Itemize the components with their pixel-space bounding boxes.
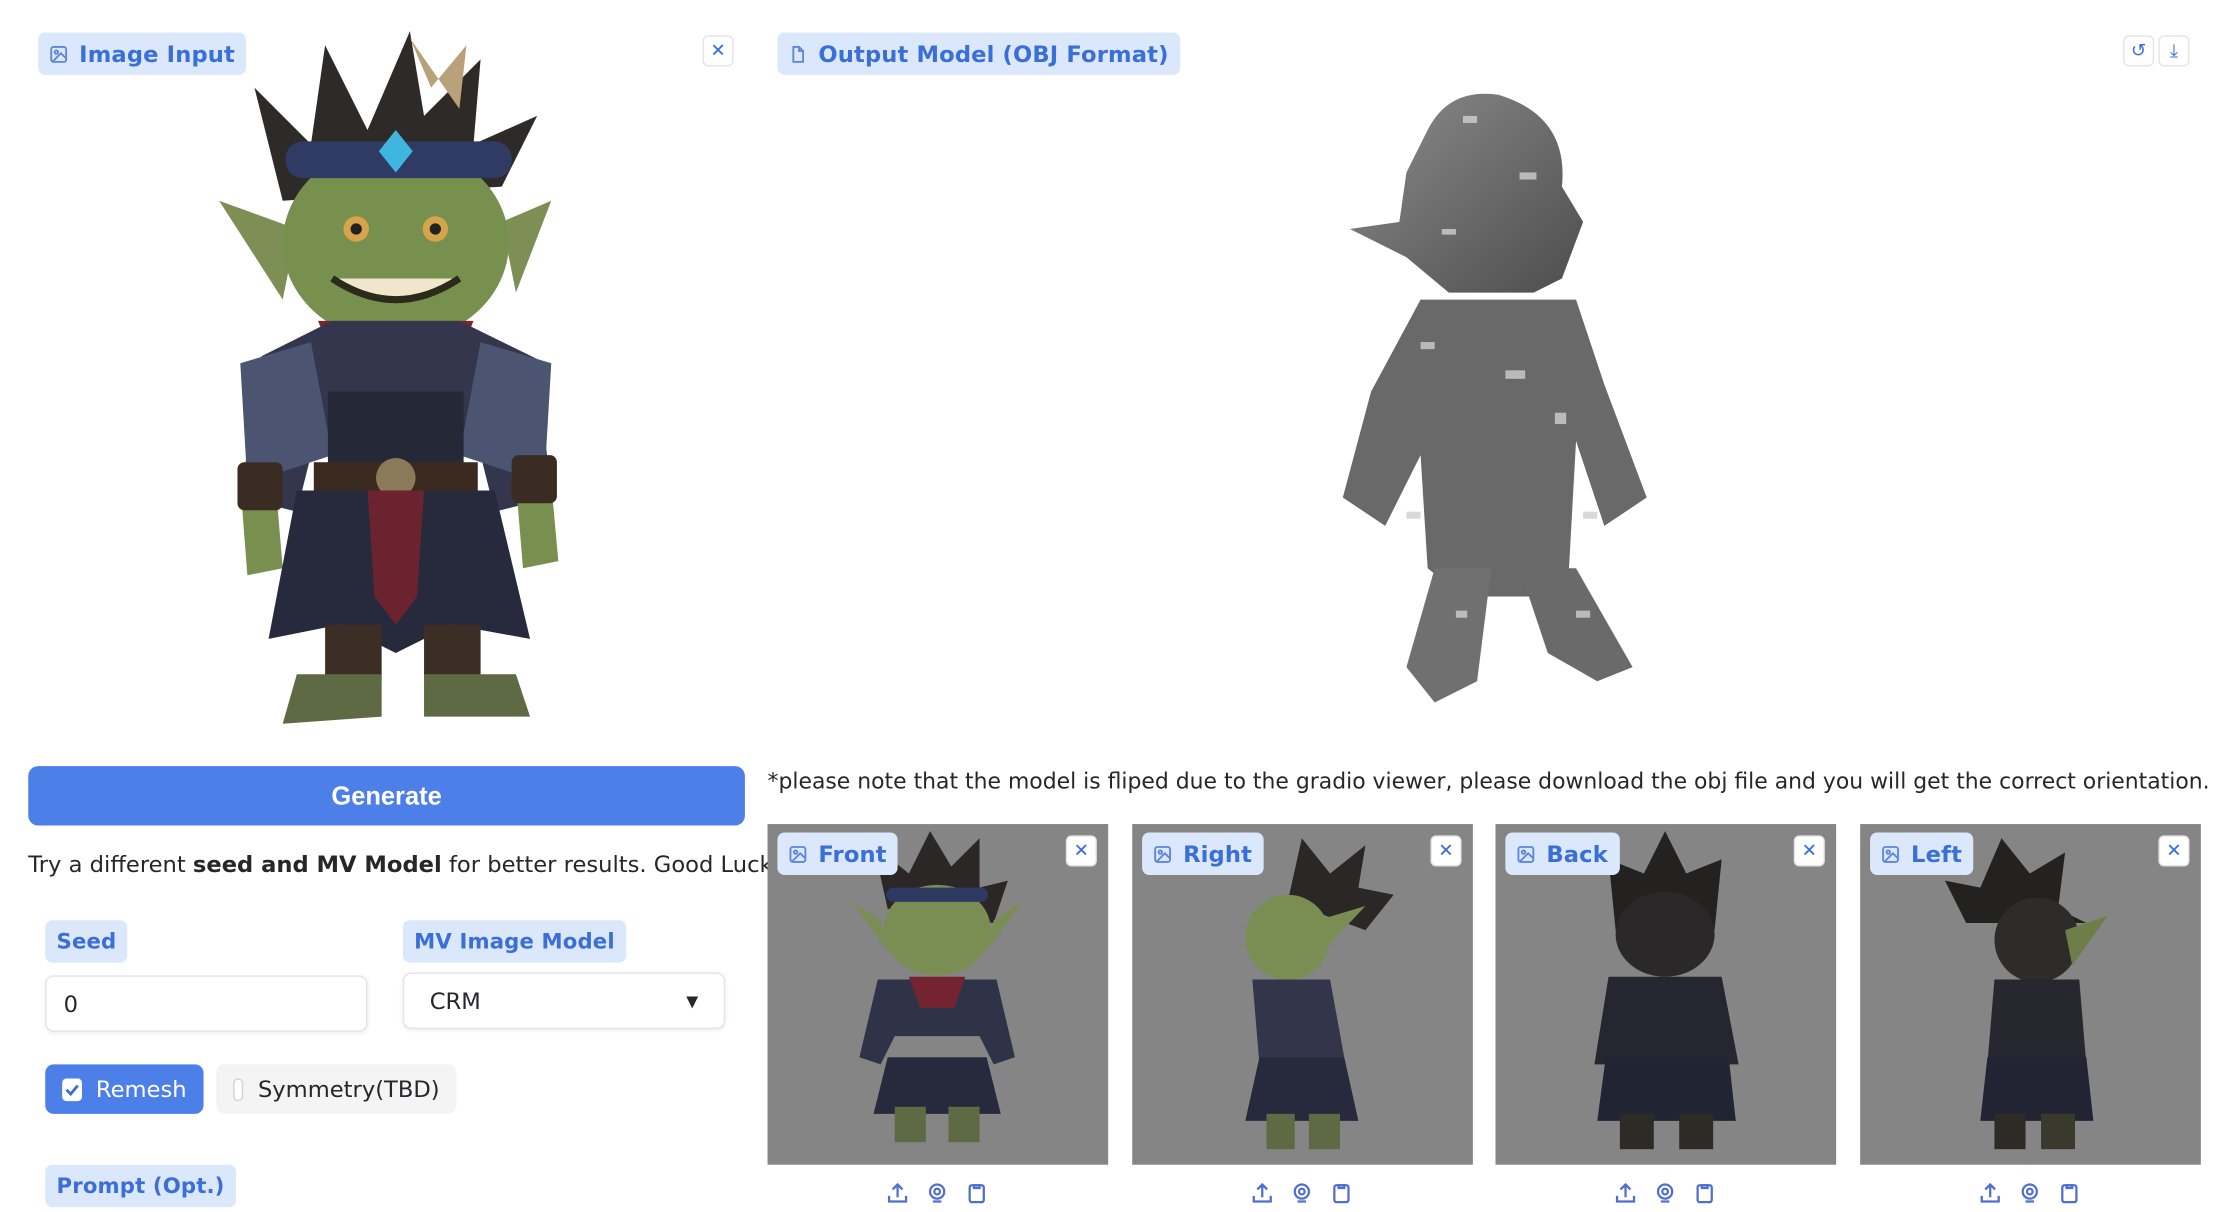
check-icon xyxy=(62,1077,82,1101)
chevron-down-icon: ▼ xyxy=(686,991,699,1010)
output-model-label: Output Model (OBJ Format) xyxy=(777,32,1180,75)
view-back-image xyxy=(1495,824,1837,1165)
clear-left-button[interactable]: ✕ xyxy=(2158,835,2190,867)
clipboard-icon[interactable] xyxy=(1329,1180,1354,1205)
view-right-label: Right xyxy=(1142,832,1264,875)
upload-icon[interactable] xyxy=(1977,1180,2002,1205)
view-back-label: Back xyxy=(1505,832,1620,875)
webcam-icon[interactable] xyxy=(924,1180,949,1205)
remesh-checkbox[interactable]: Remesh xyxy=(45,1064,204,1114)
undo-icon[interactable]: ↺ xyxy=(2123,35,2155,67)
prompt-label: Prompt (Opt.) xyxy=(45,1164,236,1208)
download-icon[interactable]: ⤓ xyxy=(2158,35,2190,67)
orientation-note: *please note that the model is fliped du… xyxy=(767,768,2210,795)
3d-model-viewer[interactable] xyxy=(1322,88,1661,724)
checkbox-empty-icon xyxy=(233,1077,244,1101)
clear-right-button[interactable]: ✕ xyxy=(1430,835,1462,867)
symmetry-checkbox[interactable]: Symmetry(TBD) xyxy=(216,1064,457,1114)
clear-front-button[interactable]: ✕ xyxy=(1065,835,1097,867)
image-icon xyxy=(1517,845,1535,863)
clear-image-button[interactable]: ✕ xyxy=(702,35,734,67)
clipboard-icon[interactable] xyxy=(964,1180,989,1205)
view-right-image xyxy=(1132,824,1473,1165)
view-left-label: Left xyxy=(1870,832,1974,875)
image-icon xyxy=(50,45,68,63)
view-front-image xyxy=(767,824,1109,1165)
image-icon xyxy=(789,845,807,863)
front-tools xyxy=(885,1180,990,1205)
seed-label: Seed xyxy=(45,920,128,963)
clipboard-icon[interactable] xyxy=(2057,1180,2082,1205)
generate-button[interactable]: Generate xyxy=(28,766,745,826)
webcam-icon[interactable] xyxy=(1652,1180,1677,1205)
app-root: Image Input ✕ Generate Try a different s… xyxy=(0,0,2222,1211)
clipboard-icon[interactable] xyxy=(1692,1180,1717,1205)
goblin-left-thumbnail xyxy=(1944,838,2108,1150)
goblin-front-thumbnail xyxy=(852,831,1022,1143)
mv-model-dropdown[interactable]: CRM ▼ xyxy=(402,972,726,1030)
image-icon xyxy=(1154,845,1171,863)
upload-icon[interactable] xyxy=(1250,1180,1275,1205)
webcam-icon[interactable] xyxy=(1289,1180,1314,1205)
image-icon xyxy=(1882,845,1899,863)
view-left-image xyxy=(1860,824,2201,1165)
right-tools xyxy=(1250,1180,1355,1205)
upload-icon[interactable] xyxy=(1613,1180,1638,1205)
goblin-right-thumbnail xyxy=(1245,838,1394,1150)
file-icon xyxy=(792,45,805,63)
goblin-input-image xyxy=(219,31,559,724)
mv-model-label: MV Image Model xyxy=(402,920,627,963)
webcam-icon[interactable] xyxy=(2017,1180,2042,1205)
upload-icon[interactable] xyxy=(885,1180,910,1205)
seed-input[interactable]: 0 xyxy=(45,975,368,1032)
left-tools xyxy=(1977,1180,2082,1205)
back-tools xyxy=(1613,1180,1718,1205)
clear-back-button[interactable]: ✕ xyxy=(1793,835,1825,867)
view-front-label: Front xyxy=(777,832,899,875)
goblin-back-thumbnail xyxy=(1594,831,1739,1150)
hint-text: Try a different seed and MV Model for be… xyxy=(28,850,797,878)
